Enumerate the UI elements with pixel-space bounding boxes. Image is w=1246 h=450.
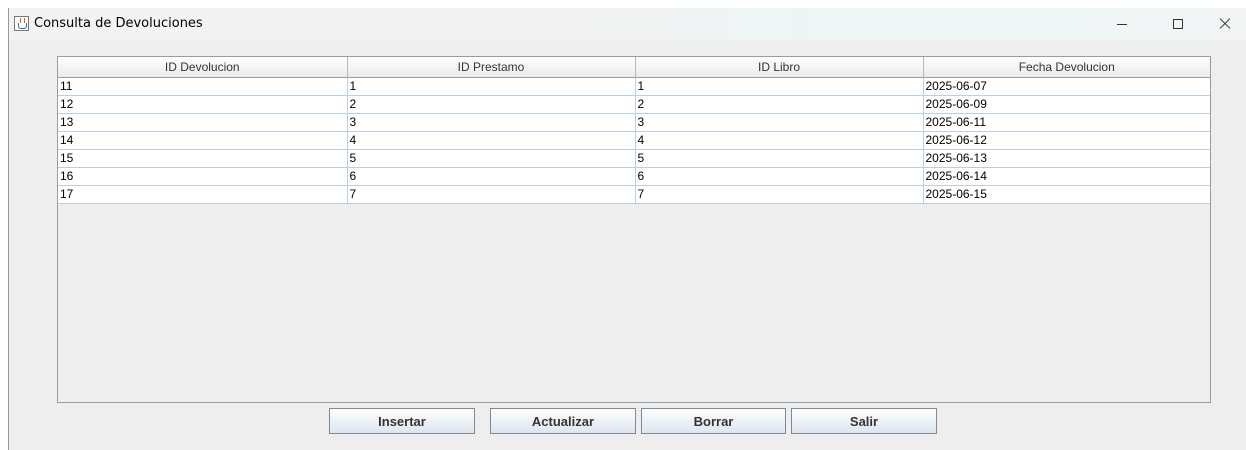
- cell-fecha-devolucion[interactable]: 2025-06-13: [923, 149, 1210, 168]
- borrar-button[interactable]: Borrar: [641, 408, 786, 434]
- cell-id-libro[interactable]: 1: [635, 77, 924, 96]
- app-window: Consulta de Devoluciones ID Devolucion I…: [8, 8, 1246, 450]
- cell-fecha-devolucion[interactable]: 2025-06-07: [923, 77, 1210, 96]
- table-row[interactable]: 13 3 3 2025-06-11: [58, 113, 1210, 132]
- title-bar[interactable]: Consulta de Devoluciones: [9, 8, 1246, 40]
- table-row[interactable]: 15 5 5 2025-06-13: [58, 149, 1210, 168]
- cell-id-devolucion[interactable]: 11: [58, 77, 348, 96]
- cell-fecha-devolucion[interactable]: 2025-06-14: [923, 167, 1210, 186]
- cell-id-prestamo[interactable]: 7: [347, 185, 636, 204]
- cell-id-devolucion[interactable]: 15: [58, 149, 348, 168]
- cell-id-devolucion[interactable]: 12: [58, 95, 348, 114]
- insertar-button[interactable]: Insertar: [329, 408, 475, 434]
- column-header-id-devolucion[interactable]: ID Devolucion: [58, 57, 348, 78]
- cell-id-libro[interactable]: 6: [635, 167, 924, 186]
- cell-fecha-devolucion[interactable]: 2025-06-12: [923, 131, 1210, 150]
- table-row[interactable]: 17 7 7 2025-06-15: [58, 185, 1210, 204]
- cell-fecha-devolucion[interactable]: 2025-06-11: [923, 113, 1210, 132]
- cell-id-libro[interactable]: 2: [635, 95, 924, 114]
- cell-id-prestamo[interactable]: 6: [347, 167, 636, 186]
- java-app-icon: [14, 16, 29, 31]
- window-title: Consulta de Devoluciones: [34, 16, 203, 31]
- minimize-icon[interactable]: [1099, 8, 1145, 40]
- maximize-icon[interactable]: [1155, 8, 1201, 40]
- cell-id-libro[interactable]: 7: [635, 185, 924, 204]
- column-header-fecha-devolucion[interactable]: Fecha Devolucion: [923, 57, 1210, 78]
- cell-id-libro[interactable]: 5: [635, 149, 924, 168]
- table-scroll-pane[interactable]: ID Devolucion ID Prestamo ID Libro Fecha…: [57, 56, 1211, 403]
- cell-id-prestamo[interactable]: 3: [347, 113, 636, 132]
- column-header-id-prestamo[interactable]: ID Prestamo: [347, 57, 636, 78]
- cell-fecha-devolucion[interactable]: 2025-06-09: [923, 95, 1210, 114]
- cell-id-prestamo[interactable]: 1: [347, 77, 636, 96]
- actualizar-button[interactable]: Actualizar: [490, 408, 636, 434]
- column-header-id-libro[interactable]: ID Libro: [635, 57, 924, 78]
- cell-id-prestamo[interactable]: 2: [347, 95, 636, 114]
- table-row[interactable]: 11 1 1 2025-06-07: [58, 77, 1210, 96]
- cell-id-devolucion[interactable]: 16: [58, 167, 348, 186]
- cell-fecha-devolucion[interactable]: 2025-06-15: [923, 185, 1210, 204]
- cell-id-devolucion[interactable]: 14: [58, 131, 348, 150]
- cell-id-libro[interactable]: 4: [635, 131, 924, 150]
- table-header-row: ID Devolucion ID Prestamo ID Libro Fecha…: [58, 57, 1210, 78]
- close-icon[interactable]: [1201, 8, 1246, 40]
- cell-id-prestamo[interactable]: 4: [347, 131, 636, 150]
- cell-id-libro[interactable]: 3: [635, 113, 924, 132]
- table-row[interactable]: 12 2 2 2025-06-09: [58, 95, 1210, 114]
- devoluciones-table: ID Devolucion ID Prestamo ID Libro Fecha…: [58, 57, 1210, 204]
- cell-id-devolucion[interactable]: 13: [58, 113, 348, 132]
- cell-id-devolucion[interactable]: 17: [58, 185, 348, 204]
- salir-button[interactable]: Salir: [791, 408, 937, 434]
- table-row[interactable]: 16 6 6 2025-06-14: [58, 167, 1210, 186]
- cell-id-prestamo[interactable]: 5: [347, 149, 636, 168]
- table-row[interactable]: 14 4 4 2025-06-12: [58, 131, 1210, 150]
